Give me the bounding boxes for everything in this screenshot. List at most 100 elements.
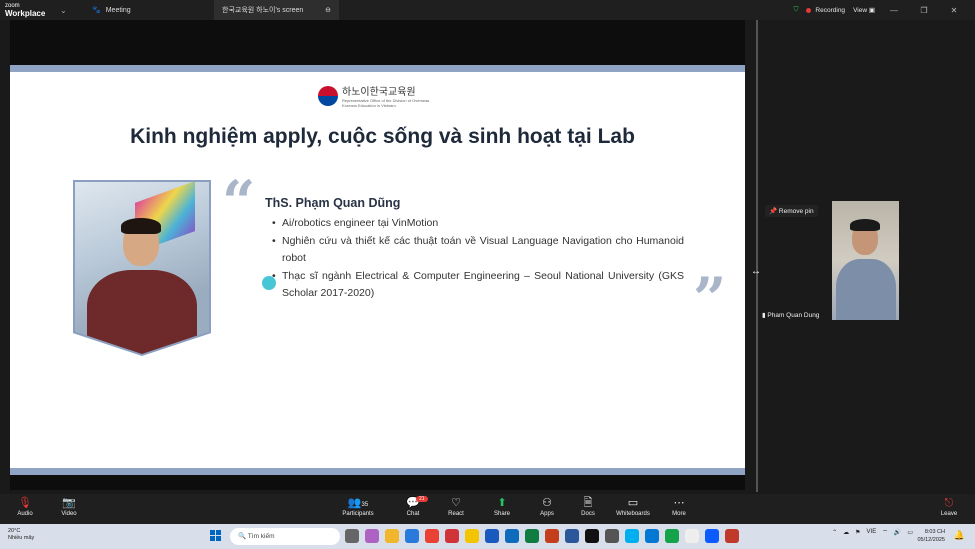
whiteboards-button[interactable]: ▭ Whiteboards [610,496,656,517]
participants-button[interactable]: 👥35 Participants [335,496,381,517]
close-icon[interactable]: ✕ [943,6,965,15]
remove-pin-button[interactable]: 📌 Remove pin [765,205,818,217]
chat-icon: 💬 [406,497,420,509]
photo-person-hair [121,218,161,234]
tab-shared-screen[interactable]: 한국교육원 하노이's screen ⊖ [214,0,339,20]
video-button[interactable]: 📷 Video [46,496,92,517]
wifi-icon[interactable]: ⌔ [882,528,888,536]
tab-meeting-label: Meeting [105,6,131,14]
app-icon[interactable] [605,529,619,543]
brand-line2: Workplace [5,9,46,18]
edge-icon[interactable] [405,529,419,543]
notification-bell-icon[interactable]: 🔔 [954,530,965,541]
app-icon[interactable] [565,529,579,543]
apps-label: Apps [540,511,554,517]
speaker-name: ThS. Phạm Quan Dũng [265,196,401,210]
heart-icon: ♡ [451,497,461,509]
chevron-down-icon[interactable]: ⌄ [60,6,74,15]
leave-label: Leave [940,511,958,517]
skype-icon[interactable] [625,529,639,543]
copilot-icon[interactable] [365,529,379,543]
meeting-toolbar: 🎙 Audio 📷 Video 👥35 Participants 💬 21 Ch… [0,494,975,524]
windows-start-icon[interactable] [210,530,222,542]
share-button[interactable]: ⬆ Share [479,496,525,517]
video-label: Video [61,511,77,517]
flag-icon[interactable]: ⚑ [855,529,860,536]
tiktok-icon[interactable] [585,529,599,543]
taskbar-clock[interactable]: 8:03 CH 05/12/2025 [917,528,945,544]
chevron-up-icon[interactable]: ⌃ [832,529,837,536]
slide-bottom-bar [10,468,745,475]
leave-icon: ⎋ [944,497,954,509]
language-indicator[interactable]: VIE [867,529,877,535]
title-bar: zoom Workplace ⌄ 🐾 Meeting 한국교육원 하노이's s… [0,0,975,20]
system-tray: ⌃ ☁ ⚑ VIE ⌔ 🔊 ▭ [832,528,913,536]
signal-icon: ▮ [762,312,766,319]
search-icon: 🔍 [238,533,247,540]
windows-taskbar: 20°C Nhiều mây 🔍 Tìm kiếm ⌃ ☁ ⚑ VIE ⌔ 🔊 … [0,524,975,549]
restore-icon[interactable]: ❐ [913,6,935,15]
pointer-cursor-icon [262,276,276,290]
chat-button[interactable]: 💬 21 Chat [390,496,436,517]
outlook-icon[interactable] [505,529,519,543]
more-button[interactable]: ⋯ More [656,496,702,517]
excel-icon[interactable] [525,529,539,543]
mic-muted-icon: 🎙 [18,497,32,509]
tab-meeting[interactable]: 🐾 Meeting [84,0,214,20]
participants-count: 35 [361,502,369,508]
taskbar-search[interactable]: 🔍 Tìm kiếm [230,528,340,545]
speaker-icon[interactable]: 🔊 [894,529,901,536]
weather-temp: 20°C [8,528,21,534]
chrome-icon[interactable] [425,529,439,543]
speaker-photo [75,182,209,354]
recording-indicator[interactable]: Recording [806,7,845,14]
video-off-icon: 📷 [62,497,76,509]
chat-badge: 21 [416,496,428,502]
docs-icon: 🗎 [583,497,593,509]
share-label: Share [493,511,510,517]
docs-button[interactable]: 🗎 Docs [565,496,611,517]
telegram-icon[interactable] [645,529,659,543]
zoom-workplace-logo: zoom Workplace [0,3,60,18]
cloud-icon[interactable]: ☁ [843,529,849,536]
speaker-photo-frame [73,180,211,356]
word-icon[interactable] [485,529,499,543]
docs-label: Docs [581,511,595,517]
paw-icon: 🐾 [92,7,101,14]
powerpoint-icon[interactable] [545,529,559,543]
snipping-tool-icon[interactable] [725,529,739,543]
leave-button[interactable]: ⎋ Leave [926,496,972,517]
shared-screen-label: 한국교육원 하노이's screen [222,7,304,14]
participant-video-tile[interactable] [832,201,899,320]
tab-options-icon[interactable]: ⊖ [325,6,331,14]
battery-icon[interactable]: ▭ [907,529,913,536]
app-icon[interactable] [685,529,699,543]
audio-button[interactable]: 🎙 Audio [2,496,48,517]
institution-logo: 하노이한국교육원 Representative Office of the Di… [318,83,432,108]
app-icon[interactable] [665,529,679,543]
open-quote-icon: “ [222,168,256,236]
resize-arrows-icon[interactable]: ↔ [751,266,761,277]
panel-splitter[interactable] [756,20,758,492]
view-button[interactable]: View ▣ [853,6,875,14]
view-label: View [853,7,868,14]
weather-widget[interactable]: 20°C Nhiều mây [8,528,34,542]
slide-top-bar [10,65,745,72]
photo-person-body [87,270,197,354]
apps-button[interactable]: ⚇ Apps [524,496,570,517]
remove-pin-label: Remove pin [778,208,814,215]
react-button[interactable]: ♡ React [433,496,479,517]
weather-desc: Nhiều mây [8,535,35,541]
store-icon[interactable] [445,529,459,543]
task-view-icon[interactable] [345,529,359,543]
minimize-icon[interactable]: — [883,6,905,15]
pin-icon: 📌 [769,208,778,215]
participants-label: Participants [342,511,374,517]
pinned-apps [345,529,739,543]
logo-subtitle: Representative Office of the Division of… [342,98,430,108]
zoom-icon[interactable] [705,529,719,543]
kakaotalk-icon[interactable] [465,529,479,543]
clock-time: 8:03 CH [924,529,945,535]
file-explorer-icon[interactable] [385,529,399,543]
bullet-item: Thạc sĩ ngành Electrical & Computer Engi… [272,268,684,303]
